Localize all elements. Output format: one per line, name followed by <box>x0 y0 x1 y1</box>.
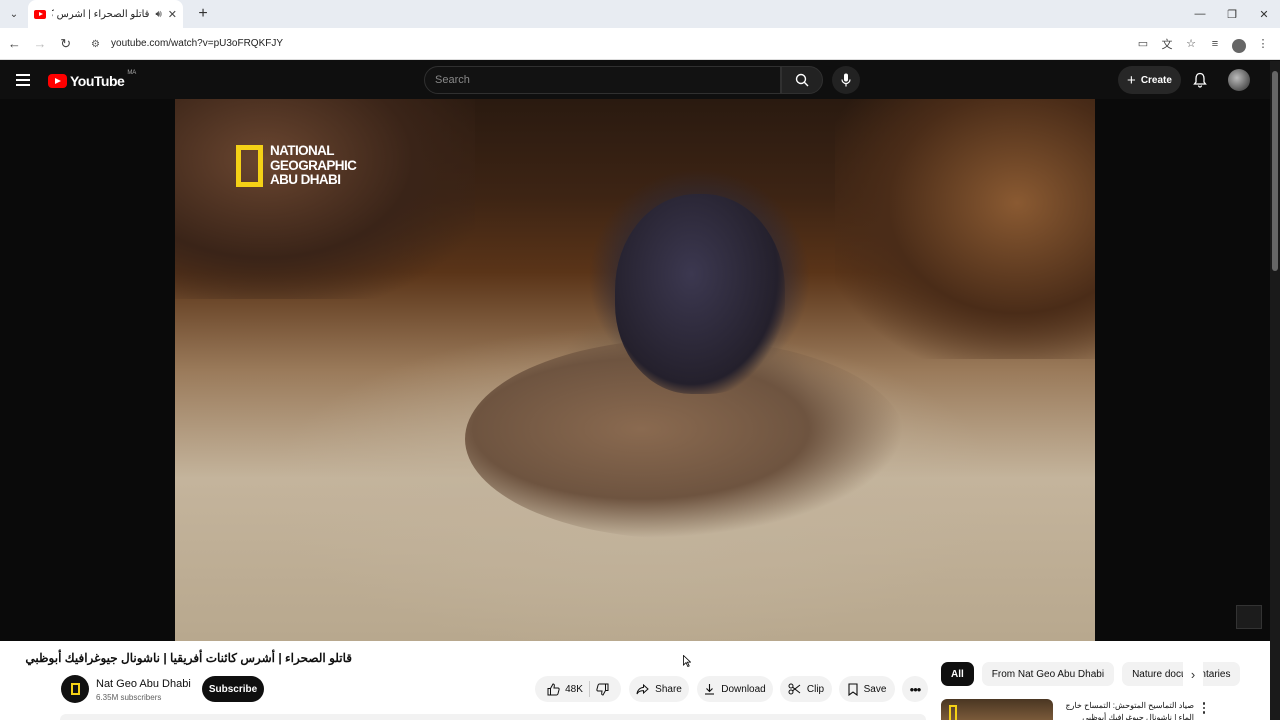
account-avatar[interactable] <box>1228 69 1250 91</box>
recommendation-menu-icon[interactable] <box>1198 699 1210 717</box>
chip-from-channel[interactable]: From Nat Geo Abu Dhabi <box>981 662 1115 686</box>
address-bar[interactable]: ⚙ youtube.com/watch?v=pU3oFRQKFJY <box>83 31 1132 56</box>
voice-search-button[interactable] <box>832 66 860 94</box>
create-button[interactable]: + Create <box>1118 66 1181 94</box>
bookmark-star-icon[interactable]: ☆ <box>1180 33 1202 55</box>
notifications-button[interactable] <box>1190 70 1210 90</box>
browser-menu-icon[interactable]: ⋮ <box>1252 33 1274 55</box>
tab-title: قاتلو الصحراء | أشرس كائنات <box>52 8 150 20</box>
search-button[interactable] <box>781 66 823 94</box>
browser-tabstrip: ⌄ قاتلو الصحراء | أشرس كائنات 🔊︎ ✕ + — ❐… <box>0 0 1280 28</box>
create-label: Create <box>1140 74 1172 86</box>
mouse-figure <box>615 194 785 394</box>
like-divider <box>588 681 590 697</box>
subscriber-count: 6.35M subscribers <box>96 693 162 702</box>
like-count: 48K <box>565 683 583 695</box>
back-icon[interactable]: ← <box>3 32 26 56</box>
natgeo-line-3: ABU DHABI <box>270 172 341 187</box>
video-frame[interactable]: NATIONAL GEOGRAPHIC ABU DHABI <box>175 99 1095 641</box>
site-info-icon[interactable]: ⚙ <box>91 39 103 50</box>
reload-icon[interactable]: ↻ <box>54 32 77 56</box>
bookmark-icon <box>848 682 858 696</box>
natgeo-logo-text: NATIONAL GEOGRAPHIC ABU DHABI <box>270 143 357 188</box>
window-controls: — ❐ ✕ <box>1184 0 1280 28</box>
clip-button[interactable]: Clip <box>780 676 832 702</box>
more-actions-button[interactable]: ••• <box>902 676 928 702</box>
tab-search-icon[interactable]: ⌄ <box>0 0 28 28</box>
browser-toolbar: ← → ↻ ⚙ youtube.com/watch?v=pU3oFRQKFJY … <box>0 28 1280 60</box>
toolbar-icons: ▭ 文 ☆ ≡ ⋮ <box>1132 33 1274 55</box>
natgeo-frame-icon <box>949 705 957 720</box>
translate-icon[interactable]: 文 <box>1156 33 1178 55</box>
natgeo-logo: NATIONAL GEOGRAPHIC ABU DHABI <box>236 143 357 188</box>
dislike-button[interactable] <box>596 683 609 696</box>
download-button[interactable]: Download <box>697 676 773 702</box>
channel-name[interactable]: Nat Geo Abu Dhabi <box>96 678 191 690</box>
new-tab-button[interactable]: + <box>191 2 215 26</box>
subscribe-button[interactable]: Subscribe <box>202 676 264 702</box>
rock-left <box>175 99 475 299</box>
profile-icon[interactable] <box>1228 33 1250 55</box>
download-label: Download <box>721 683 766 695</box>
minimize-icon[interactable]: — <box>1184 0 1216 28</box>
share-label: Share <box>655 683 682 695</box>
plus-icon: + <box>1127 71 1136 89</box>
recommendation-title[interactable]: صياد التماسيح المتوحش: التمساح خارج الما… <box>1058 700 1194 720</box>
microphone-icon <box>841 73 851 87</box>
related-chips: All From Nat Geo Abu Dhabi Nature docume… <box>941 662 1261 686</box>
chip-all[interactable]: All <box>941 662 974 686</box>
natgeo-frame-icon <box>236 144 263 187</box>
browser-tab-active[interactable]: قاتلو الصحراء | أشرس كائنات 🔊︎ ✕ <box>28 0 183 28</box>
restore-icon[interactable]: ❐ <box>1216 0 1248 28</box>
save-button[interactable]: Save <box>839 676 895 702</box>
close-window-icon[interactable]: ✕ <box>1248 0 1280 28</box>
region-code: MA <box>127 70 137 76</box>
audio-playing-icon[interactable]: 🔊︎ <box>155 9 161 20</box>
youtube-favicon-icon <box>34 9 46 19</box>
channel-watermark-icon[interactable] <box>1236 605 1262 629</box>
scrollbar-thumb[interactable] <box>1272 71 1278 271</box>
thumbs-up-icon <box>547 682 560 695</box>
menu-icon[interactable] <box>16 74 30 86</box>
share-icon <box>636 683 649 694</box>
chips-next-icon[interactable]: › <box>1183 662 1203 686</box>
page-scrollbar[interactable] <box>1270 61 1280 720</box>
close-tab-icon[interactable]: ✕ <box>168 8 177 21</box>
youtube-play-icon <box>48 74 67 88</box>
search-icon <box>795 73 809 87</box>
forward-icon[interactable]: → <box>29 32 52 56</box>
save-label: Save <box>863 683 887 695</box>
chip-nature-documentaries[interactable]: Nature documentaries <box>1122 662 1241 686</box>
search-input[interactable]: Search <box>424 66 781 94</box>
like-button[interactable]: 48K <box>547 682 583 696</box>
watch-metadata: قاتلو الصحراء | أشرس كائنات أفريقيا | نا… <box>0 641 1270 720</box>
scissors-icon <box>788 683 801 695</box>
media-controls-icon[interactable]: ≡ <box>1204 33 1226 55</box>
video-player[interactable]: NATIONAL GEOGRAPHIC ABU DHABI <box>0 99 1270 641</box>
natgeo-line-1: NATIONAL <box>270 143 335 158</box>
youtube-header: YouTube MA Search + Create <box>0 61 1280 99</box>
bell-icon <box>1193 72 1207 88</box>
natgeo-line-2: GEOGRAPHIC <box>270 157 357 173</box>
download-icon <box>705 684 715 695</box>
recommendation-thumbnail[interactable] <box>941 699 1053 720</box>
channel-avatar[interactable] <box>61 675 89 703</box>
thumbs-down-icon <box>596 683 609 696</box>
url-text: youtube.com/watch?v=pU3oFRQKFJY <box>111 38 284 49</box>
more-horizontal-icon: ••• <box>909 681 922 697</box>
mouse-cursor-icon <box>683 655 691 667</box>
like-dislike-group: 48K <box>535 676 621 702</box>
install-app-icon[interactable]: ▭ <box>1132 33 1154 55</box>
clip-label: Clip <box>806 683 825 695</box>
video-title: قاتلو الصحراء | أشرس كائنات أفريقيا | نا… <box>25 651 352 665</box>
rock-right <box>835 99 1095 359</box>
share-button[interactable]: Share <box>629 676 689 702</box>
youtube-wordmark: YouTube <box>70 73 125 89</box>
natgeo-frame-icon <box>70 683 80 695</box>
description-box[interactable] <box>60 714 926 720</box>
youtube-logo[interactable]: YouTube MA <box>48 70 137 89</box>
